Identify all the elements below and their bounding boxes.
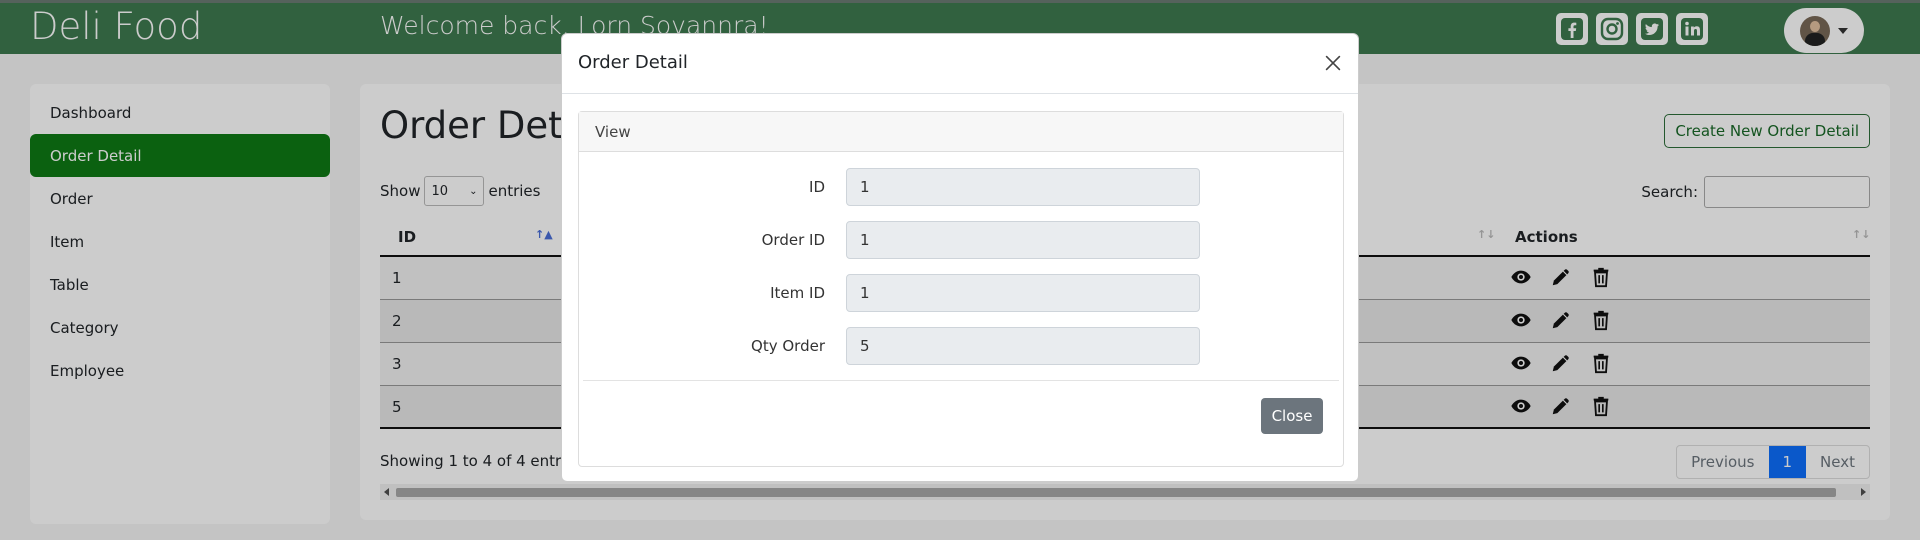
modal-header: Order Detail bbox=[562, 34, 1358, 94]
form-row-order-id: Order ID 1 bbox=[579, 221, 1345, 259]
field-label-order-id: Order ID bbox=[761, 231, 825, 249]
order-detail-modal: Order Detail View ID 1 Order ID 1 Item I… bbox=[561, 33, 1359, 482]
id-field[interactable]: 1 bbox=[846, 168, 1200, 206]
form-row-qty-order: Qty Order 5 bbox=[579, 327, 1345, 365]
qty-order-field[interactable]: 5 bbox=[846, 327, 1200, 365]
modal-title: Order Detail bbox=[578, 52, 688, 73]
panel-title: View bbox=[579, 112, 1343, 152]
divider bbox=[583, 380, 1339, 381]
close-icon[interactable] bbox=[1322, 52, 1344, 74]
form-row-id: ID 1 bbox=[579, 168, 1345, 206]
field-label-qty-order: Qty Order bbox=[751, 337, 825, 355]
item-id-field[interactable]: 1 bbox=[846, 274, 1200, 312]
field-label-item-id: Item ID bbox=[770, 284, 825, 302]
field-label-id: ID bbox=[809, 178, 825, 196]
close-button[interactable]: Close bbox=[1261, 398, 1323, 434]
order-id-field[interactable]: 1 bbox=[846, 221, 1200, 259]
view-panel: View ID 1 Order ID 1 Item ID 1 Qty Order… bbox=[578, 111, 1344, 467]
form-row-item-id: Item ID 1 bbox=[579, 274, 1345, 312]
